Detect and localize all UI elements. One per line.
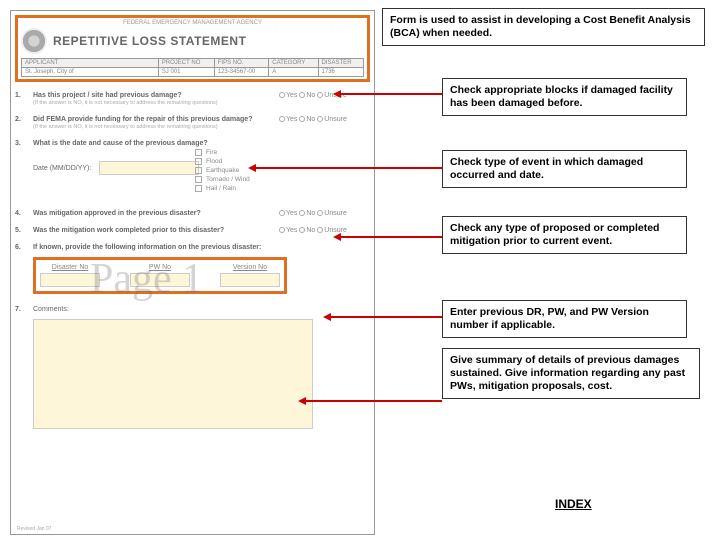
annotation-1: Check appropriate blocks if damaged faci… [442,78,687,116]
arrow-icon [255,167,442,169]
fema-logo [21,28,47,54]
question-2: 2. Did FEMA provide funding for the repa… [15,116,370,130]
previous-disaster-highlight: Disaster No PW No Version No [33,257,287,294]
annotation-top: Form is used to assist in developing a C… [382,8,705,46]
agency-label: FEDERAL EMERGENCY MANAGEMENT AGENCY [21,20,364,26]
header-table: APPLICANT PROJECT NO FIPS NO. CATEGORY D… [21,58,364,77]
arrow-icon [340,93,442,95]
annotation-3: Check any type of proposed or completed … [442,216,687,254]
question-1: 1. Has this project / site had previous … [15,92,370,106]
annotation-2: Check type of event in which damaged occ… [442,150,687,188]
annotation-4: Enter previous DR, PW, and PW Version nu… [442,300,687,338]
event-checklist: Fire Flood Earthquake Tornado / Wind Hai… [195,149,370,192]
question-5: 5. Was the mitigation work completed pri… [15,227,370,234]
arrow-icon [340,236,442,238]
question-3: 3. What is the date and cause of the pre… [15,140,370,147]
arrow-icon [305,400,442,402]
index-link[interactable]: INDEX [555,497,592,511]
comments-box[interactable] [33,319,313,429]
form-title-highlight: FEDERAL EMERGENCY MANAGEMENT AGENCY REPE… [15,15,370,82]
annotation-5: Give summary of details of previous dama… [442,348,700,399]
question-4: 4. Was mitigation approved in the previo… [15,210,370,217]
version-no-input[interactable] [220,273,280,287]
disaster-no-input[interactable] [40,273,100,287]
date-input[interactable] [99,161,199,175]
form-title: REPETITIVE LOSS STATEMENT [53,34,246,48]
revised-label: Revised Jan 07 [17,526,51,532]
pw-no-input[interactable] [130,273,190,287]
arrow-icon [330,316,442,318]
question-6: 6. If known, provide the following infor… [15,244,370,251]
form-document: FEDERAL EMERGENCY MANAGEMENT AGENCY REPE… [10,10,375,535]
question-7: 7. Comments: [15,306,370,313]
